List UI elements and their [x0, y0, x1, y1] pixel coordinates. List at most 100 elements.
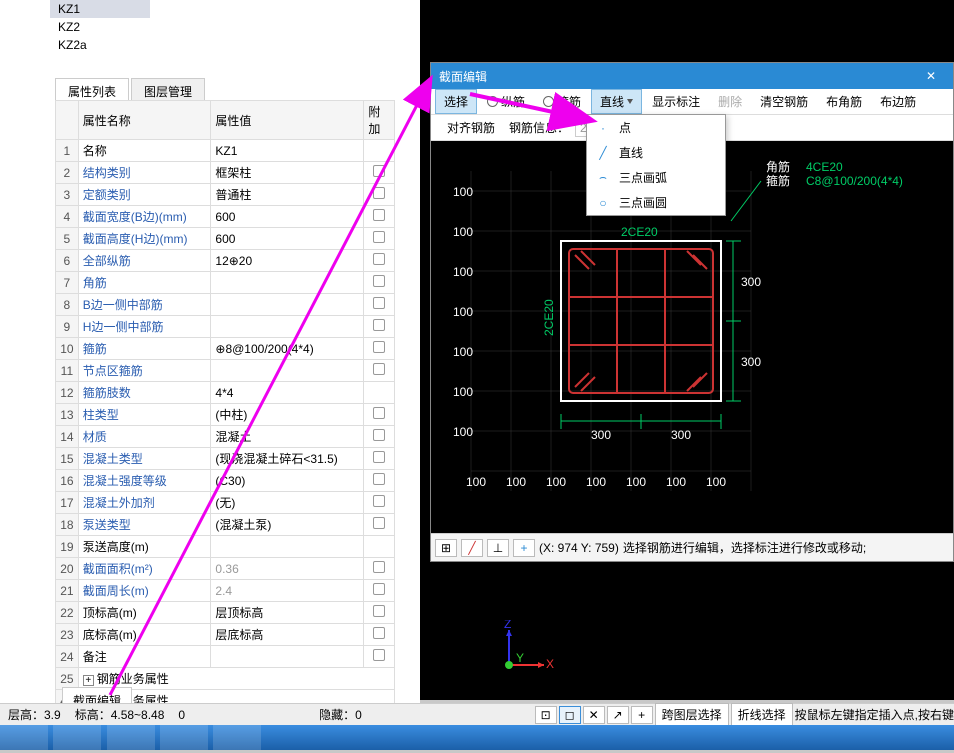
svg-text:Y: Y	[516, 651, 524, 665]
svg-text:100: 100	[453, 185, 473, 199]
taskbar-item[interactable]	[213, 725, 261, 750]
table-row[interactable]: 2结构类别框架柱	[56, 162, 395, 184]
checkbox[interactable]	[373, 605, 385, 617]
point-icon: ·	[595, 120, 611, 136]
svg-text:箍筋: 箍筋	[766, 173, 790, 188]
svg-text:100: 100	[453, 345, 473, 359]
table-row[interactable]: 18泵送类型(混凝土泵)	[56, 514, 395, 536]
sb-icon-5[interactable]: +	[631, 706, 653, 724]
clear-rebar-button[interactable]: 清空钢筋	[752, 90, 816, 113]
grid-icon[interactable]: ⊞	[435, 539, 457, 557]
checkbox[interactable]	[373, 209, 385, 221]
checkbox[interactable]	[373, 473, 385, 485]
dropdown-point[interactable]: ·点	[587, 115, 725, 140]
taskbar[interactable]	[0, 725, 954, 750]
plus-icon[interactable]: +	[513, 539, 535, 557]
dropdown-arc[interactable]: ⌢三点画弧	[587, 165, 725, 190]
diagonal-icon[interactable]: ╱	[461, 539, 483, 557]
select-tool-button[interactable]: 选择	[435, 89, 477, 114]
col-extra: 附加	[364, 101, 395, 140]
show-label-button[interactable]: 显示标注	[644, 90, 708, 113]
editor-toolbar: 选择 纵筋 箍筋 直线 显示标注 删除 清空钢筋 布角筋 布边筋	[431, 89, 953, 115]
line-icon: ╱	[595, 145, 611, 161]
list-item[interactable]: KZ2a	[50, 36, 150, 54]
checkbox[interactable]	[373, 253, 385, 265]
svg-text:100: 100	[506, 475, 526, 489]
sb-icon-1[interactable]: ⊡	[535, 706, 557, 724]
table-row[interactable]: 17混凝土外加剂(无)	[56, 492, 395, 514]
editor-titlebar[interactable]: 截面编辑 ✕	[431, 63, 953, 89]
checkbox[interactable]	[373, 275, 385, 287]
component-list[interactable]: KZ1 KZ2 KZ2a	[50, 0, 420, 60]
checkbox[interactable]	[373, 165, 385, 177]
table-row[interactable]: 12箍筋肢数4*4	[56, 382, 395, 404]
table-row[interactable]: 14材质混凝土	[56, 426, 395, 448]
list-item[interactable]: KZ1	[50, 0, 150, 18]
line-tool-dropdown[interactable]: ·点 ╱直线 ⌢三点画弧 ○三点画圆	[586, 114, 726, 216]
edge-rebar-button[interactable]: 布边筋	[872, 90, 924, 113]
table-row[interactable]: 3定额类别普通柱	[56, 184, 395, 206]
checkbox[interactable]	[373, 297, 385, 309]
chevron-down-icon	[627, 99, 633, 104]
checkbox[interactable]	[373, 517, 385, 529]
table-row[interactable]: 7角筋	[56, 272, 395, 294]
dropdown-line[interactable]: ╱直线	[587, 140, 725, 165]
table-row[interactable]: 20截面面积(m²)0.36	[56, 558, 395, 580]
taskbar-item[interactable]	[0, 725, 48, 750]
table-row[interactable]: 13柱类型(中柱)	[56, 404, 395, 426]
table-row[interactable]: 15混凝土类型(现浇混凝土碎石<31.5)	[56, 448, 395, 470]
svg-text:100: 100	[453, 305, 473, 319]
table-row[interactable]: 9H边一侧中部筋	[56, 316, 395, 338]
svg-text:100: 100	[453, 265, 473, 279]
sb-icon-2[interactable]: ◻	[559, 706, 581, 724]
table-row[interactable]: 19泵送高度(m)	[56, 536, 395, 558]
checkbox[interactable]	[373, 187, 385, 199]
checkbox[interactable]	[373, 341, 385, 353]
checkbox[interactable]	[373, 451, 385, 463]
taskbar-item[interactable]	[107, 725, 155, 750]
table-row[interactable]: 11节点区箍筋	[56, 360, 395, 382]
checkbox[interactable]	[373, 495, 385, 507]
close-icon[interactable]: ✕	[917, 66, 945, 86]
taskbar-item[interactable]	[160, 725, 208, 750]
table-row[interactable]: 22顶标高(m)层顶标高	[56, 602, 395, 624]
table-row[interactable]: 1名称KZ1	[56, 140, 395, 162]
checkbox[interactable]	[373, 649, 385, 661]
table-row[interactable]: 24备注	[56, 646, 395, 668]
checkbox[interactable]	[373, 407, 385, 419]
dropdown-circle[interactable]: ○三点画圆	[587, 190, 725, 215]
table-row[interactable]: 21截面周长(m)2.4	[56, 580, 395, 602]
list-item[interactable]: KZ2	[50, 18, 150, 36]
perp-icon[interactable]: ⊥	[487, 539, 509, 557]
table-row[interactable]: 5截面高度(H边)(mm)600	[56, 228, 395, 250]
corner-rebar-button[interactable]: 布角筋	[818, 90, 870, 113]
table-row[interactable]: 16混凝土强度等级(C30)	[56, 470, 395, 492]
cross-layer-button[interactable]: 跨图层选择	[655, 703, 729, 726]
align-rebar-button[interactable]: 对齐钢筋	[439, 116, 503, 139]
hoop-tool-button[interactable]: 箍筋	[535, 90, 589, 113]
table-row[interactable]: 10箍筋⊕8@100/200(4*4)	[56, 338, 395, 360]
delete-button[interactable]: 删除	[710, 90, 750, 113]
sb-icon-4[interactable]: ↗	[607, 706, 629, 724]
sb-icon-3[interactable]: ✕	[583, 706, 605, 724]
vbar-tool-button[interactable]: 纵筋	[479, 90, 533, 113]
taskbar-item[interactable]	[53, 725, 101, 750]
checkbox[interactable]	[373, 561, 385, 573]
table-row[interactable]: 23底标高(m)层底标高	[56, 624, 395, 646]
checkbox[interactable]	[373, 583, 385, 595]
table-row[interactable]: 8B边一侧中部筋	[56, 294, 395, 316]
checkbox[interactable]	[373, 363, 385, 375]
svg-text:300: 300	[671, 428, 691, 442]
checkbox[interactable]	[373, 627, 385, 639]
table-row[interactable]: 6全部纵筋12⊕20	[56, 250, 395, 272]
svg-text:100: 100	[453, 385, 473, 399]
line-tool-button[interactable]: 直线	[591, 89, 642, 114]
svg-text:100: 100	[453, 225, 473, 239]
svg-text:100: 100	[626, 475, 646, 489]
checkbox[interactable]	[373, 319, 385, 331]
checkbox[interactable]	[373, 231, 385, 243]
checkbox[interactable]	[373, 429, 385, 441]
table-row[interactable]: 4截面宽度(B边)(mm)600	[56, 206, 395, 228]
polyline-select-button[interactable]: 折线选择	[731, 703, 793, 726]
expand-icon[interactable]: +	[83, 675, 94, 686]
